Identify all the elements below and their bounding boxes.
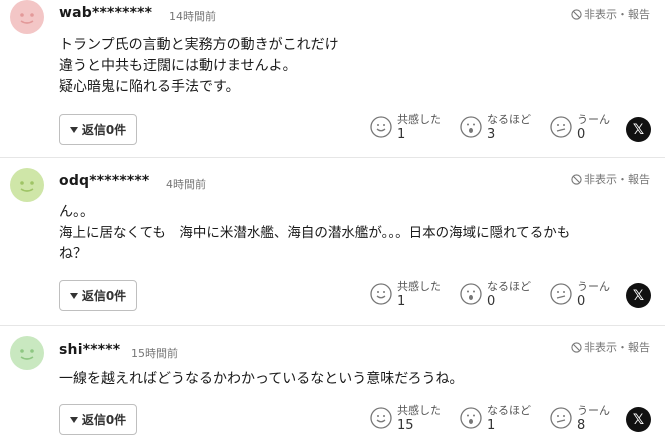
smiley-face-icon [10, 168, 44, 202]
reply-toggle-button[interactable]: 返信0件 [59, 404, 137, 435]
smile-face-icon [370, 116, 392, 138]
thinking-face-icon [550, 283, 572, 305]
surprised-face-icon [460, 407, 482, 429]
hmm-label: うーん [577, 404, 610, 417]
avatar[interactable] [10, 0, 44, 34]
hide-report-link[interactable]: 非表示・報告 [571, 171, 650, 187]
comment-line: 海上に居なくても 海中に米潜水艦、海自の潜水艦が。。。日本の海域に隠れてるかも [59, 225, 571, 241]
chevron-down-icon [69, 416, 78, 423]
hmm-button[interactable]: うーん 0 [550, 113, 610, 142]
insight-label: なるほど [487, 280, 531, 293]
insight-button[interactable]: なるほど 3 [460, 113, 531, 142]
surprised-face-icon [460, 116, 482, 138]
x-logo-icon: 𝕏 [632, 121, 645, 138]
reply-count-label: 返信0件 [81, 289, 127, 303]
insight-count: 1 [487, 418, 496, 433]
hide-report-label: 非表示・報告 [584, 341, 650, 354]
comment-line: トランプ氏の言動と実務方の動きがこれだけ [59, 37, 339, 53]
empathy-count: 1 [397, 294, 406, 309]
insight-label: なるほど [487, 113, 531, 126]
x-logo-icon: 𝕏 [632, 411, 645, 428]
prohibit-icon [571, 8, 582, 20]
smile-face-icon [370, 407, 392, 429]
prohibit-icon [571, 341, 582, 353]
empathy-label: 共感した [397, 280, 441, 293]
insight-button[interactable]: なるほど 0 [460, 280, 531, 309]
insight-button[interactable]: なるほど 1 [460, 404, 531, 433]
hide-report-label: 非表示・報告 [584, 8, 650, 21]
hmm-count: 0 [577, 294, 586, 309]
surprised-face-icon [460, 283, 482, 305]
empathy-label: 共感した [397, 113, 441, 126]
reply-toggle-button[interactable]: 返信0件 [59, 280, 137, 311]
comment-body: ん。。 海上に居なくても 海中に米潜水艦、海自の潜水艦が。。。日本の海域に隠れて… [59, 202, 659, 265]
comment-body: 一線を越えればどうなるかわかっているなという意味だろうね。 [59, 369, 659, 390]
smiley-face-icon [10, 0, 44, 34]
thinking-face-icon [550, 407, 572, 429]
comment-line: ん。。 [59, 204, 94, 220]
hmm-button[interactable]: うーん 0 [550, 280, 610, 309]
insight-count: 0 [487, 294, 496, 309]
reply-count-label: 返信0件 [81, 123, 127, 137]
username[interactable]: odq******** [59, 173, 149, 189]
insight-label: なるほど [487, 404, 531, 417]
comment-line: 一線を越えればどうなるかわかっているなという意味だろうね。 [59, 371, 464, 387]
empathy-button[interactable]: 共感した 1 [370, 113, 441, 142]
hmm-count: 8 [577, 418, 586, 433]
smile-face-icon [370, 283, 392, 305]
timestamp: 15時間前 [131, 347, 178, 360]
chevron-down-icon [69, 292, 78, 299]
hide-report-label: 非表示・報告 [584, 173, 650, 186]
x-logo-icon: 𝕏 [632, 287, 645, 304]
reply-count-label: 返信0件 [81, 413, 127, 427]
comment-body: トランプ氏の言動と実務方の動きがこれだけ 違うと中共も迂闊には動けませんよ。 疑… [59, 35, 659, 98]
share-x-button[interactable]: 𝕏 [626, 117, 651, 142]
empathy-label: 共感した [397, 404, 441, 417]
username[interactable]: shi***** [59, 342, 120, 358]
thinking-face-icon [550, 116, 572, 138]
empathy-count: 1 [397, 127, 406, 142]
comment-line: ね？ [59, 246, 87, 262]
divider [0, 157, 665, 158]
username[interactable]: wab******** [59, 5, 152, 21]
hmm-count: 0 [577, 127, 586, 142]
smiley-face-icon [10, 336, 44, 370]
avatar[interactable] [10, 168, 44, 202]
timestamp: 14時間前 [169, 10, 216, 23]
hmm-label: うーん [577, 113, 610, 126]
insight-count: 3 [487, 127, 496, 142]
prohibit-icon [571, 173, 582, 185]
timestamp: 4時間前 [166, 178, 206, 191]
share-x-button[interactable]: 𝕏 [626, 283, 651, 308]
empathy-button[interactable]: 共感した 15 [370, 404, 441, 433]
chevron-down-icon [69, 126, 78, 133]
hmm-button[interactable]: うーん 8 [550, 404, 610, 433]
share-x-button[interactable]: 𝕏 [626, 407, 651, 432]
empathy-count: 15 [397, 418, 414, 433]
hmm-label: うーん [577, 280, 610, 293]
empathy-button[interactable]: 共感した 1 [370, 280, 441, 309]
comment-line: 違うと中共も迂闊には動けませんよ。 [59, 58, 297, 74]
hide-report-link[interactable]: 非表示・報告 [571, 339, 650, 355]
divider [0, 325, 665, 326]
reply-toggle-button[interactable]: 返信0件 [59, 114, 137, 145]
avatar[interactable] [10, 336, 44, 370]
hide-report-link[interactable]: 非表示・報告 [571, 6, 650, 22]
comment-line: 疑心暗鬼に陥れる手法です。 [59, 79, 240, 95]
